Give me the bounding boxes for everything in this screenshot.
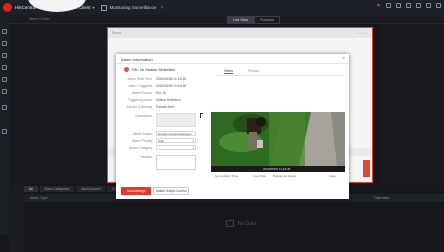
close-icon[interactable]: × [342,56,345,62]
playback-time: 2020/08/06 11:18:48 [263,167,291,171]
minimize-icon[interactable] [426,3,431,8]
module-tab-label: Monitoring Surveillance [109,5,157,10]
chevron-down-icon[interactable]: ▾ [93,5,95,10]
right-panel [380,24,444,184]
info-label: Alarm Start Time [127,77,152,81]
close-icon[interactable]: × [160,5,163,11]
info-value: Motion Detection [156,98,181,102]
form-label: Alarm Category [129,146,152,150]
list-icon[interactable] [2,65,7,70]
alarm-video-player[interactable] [211,112,345,166]
window-controls[interactable]: — □ × [357,31,367,35]
column-alarm-type: Alarm Type [30,196,48,200]
close-window-icon[interactable] [436,3,441,8]
alert-icon[interactable]: ▲ [376,3,381,8]
event-row: SN: 1b Motion Detection [124,67,175,72]
alarm-status-field[interactable]: Handle Unacknowledged [156,131,196,136]
event-window-header: Event — □ × [108,28,372,38]
form-label: Alarm Priority [132,139,152,143]
layout-icon[interactable] [2,105,7,110]
tab-alarm-source[interactable]: Alarm Source [76,186,106,192]
motion-detection-icon [124,67,129,72]
hikvision-logo-icon [3,3,12,12]
info-value: Parade Alert [156,105,175,109]
left-panel [9,24,107,184]
grid-icon[interactable] [396,3,401,8]
alarm-priority-select[interactable]: High ▾ [156,138,196,143]
view-toggle: Live View Playback [227,16,281,24]
live-view-button[interactable]: Live View [253,174,266,178]
media-tabs: Video Picture [216,68,344,76]
user-icon[interactable] [386,3,391,8]
media-actions: Go to Alarm Time Live View Display as Gr… [211,174,345,180]
description-box [156,113,196,127]
tab-monitoring[interactable]: Monitoring Surveillance × [100,0,163,15]
info-label: Alarm Triggered [128,84,152,88]
mouse-cursor-icon [200,113,203,118]
column-operation: Operation [374,196,390,200]
display-group-button[interactable]: Display as Group [273,174,296,178]
live-view-button[interactable]: Live View [227,16,254,24]
home-icon[interactable] [2,29,7,34]
bottom-rail [9,185,24,252]
search-icon[interactable] [2,53,7,58]
tab-alarm-categories[interactable]: Alarm Categories [39,186,75,192]
alarm-category-select[interactable]: ▾ [156,145,196,150]
priority-value: High [158,139,165,143]
event-name: SN: 1b Motion Detection [132,67,176,72]
empty-state-text: No Data [238,221,257,227]
info-label: Device (Camera) [127,105,152,109]
dialog-title: Alarm Information [121,57,153,62]
camera-icon[interactable] [2,41,7,46]
form-label: Remark [140,155,152,159]
acknowledge-button[interactable]: Acknowledge [121,187,151,195]
gear-icon[interactable] [406,3,411,8]
alarm-icon[interactable] [2,89,7,94]
info-value: 2020/08/06 11:18:48 [156,77,187,81]
left-rail [0,15,9,235]
switch-output-button[interactable]: Switch Output Control [153,187,189,195]
info-label: Triggering Event [127,98,152,102]
form-label: Alarm Status [133,132,152,136]
go-to-alarm-time-button[interactable]: Go to Alarm Time [215,174,238,178]
edit-icon[interactable] [2,129,7,134]
info-label: Alarm Source [132,91,152,95]
info-label: Description [135,114,153,118]
info-value: 2020/08/06 11:18:48 [156,84,187,88]
video-control-bar[interactable]: 2020/08/06 11:18:48 [211,166,345,172]
chevron-down-icon: ▾ [192,146,194,150]
event-window-title: Event [112,31,121,35]
sub-toolbar: Alarm Center Live View Playback [9,15,444,24]
help-icon[interactable] [416,3,421,8]
map-icon[interactable] [2,77,7,82]
save-button[interactable]: Save [329,174,336,178]
playback-button[interactable]: Playback [253,16,281,24]
tab-video[interactable]: Video [224,69,233,74]
alarm-indicator [363,160,370,177]
info-value: SN: 1b [156,91,167,95]
tab-all[interactable]: All [24,186,38,192]
dialog-header: Alarm Information × [116,54,349,64]
video-frame [211,112,345,166]
remark-textarea[interactable] [156,155,196,170]
empty-icon [226,220,234,227]
subbar-label: Alarm Center [29,17,50,21]
tab-picture[interactable]: Picture [248,69,259,73]
top-right-tools: ▲ [376,3,441,8]
alarm-information-dialog: Alarm Information × SN: 1b Motion Detect… [116,54,349,199]
chevron-down-icon: ▾ [192,139,194,143]
monitor-icon [100,4,107,11]
